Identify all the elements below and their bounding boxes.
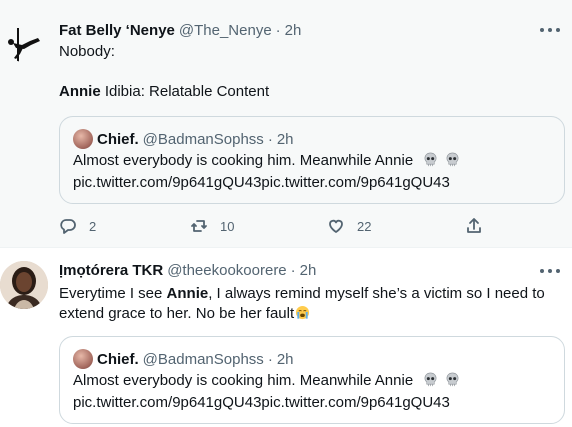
skull-emoji-icon <box>424 372 437 387</box>
bold-mention: Annie <box>59 83 101 100</box>
share-button[interactable] <box>465 215 483 237</box>
author-name[interactable]: Ịmọtórera TKR <box>59 262 163 279</box>
quoted-avatar[interactable] <box>73 349 93 369</box>
heart-icon <box>329 219 343 233</box>
reply-button[interactable]: 2 <box>59 215 96 237</box>
author-handle[interactable]: @The_Nenye <box>179 22 272 39</box>
quoted-timestamp[interactable]: 2h <box>277 351 294 368</box>
text-segment: , I always remind myself she’s a victim … <box>208 285 545 302</box>
reply-count: 2 <box>89 218 97 234</box>
quoted-tweet[interactable]: Chief. @BadmanSophss · 2h Almost everybo… <box>59 116 565 204</box>
quoted-link[interactable]: pic.twitter.com/9p641gQU43pic.twitter.co… <box>73 393 450 413</box>
author-handle[interactable]: @theekookoorere <box>167 262 286 279</box>
text-segment: Everytime I see <box>59 285 167 302</box>
tweet-1-actions: 2 10 22 <box>59 215 489 237</box>
retweet-icon <box>191 220 207 232</box>
skull-emoji-icon <box>446 152 458 167</box>
avatar[interactable] <box>0 14 48 62</box>
separator-dot: · <box>275 21 281 39</box>
more-options-icon[interactable] <box>540 23 560 37</box>
timestamp[interactable]: 2h <box>285 22 302 39</box>
tweet-2-text-line-1: Everytime I see Annie, I always remind m… <box>59 284 545 304</box>
skull-emoji-icon <box>446 372 458 387</box>
tweet-1-text-line-2: Annie Idibia: Relatable Content <box>59 82 269 102</box>
text-segment: extend grace to her. No be her fault <box>59 305 295 322</box>
quoted-link[interactable]: pic.twitter.com/9p641gQU43pic.twitter.co… <box>73 173 450 193</box>
separator-dot: · <box>290 261 296 279</box>
quoted-author-name[interactable]: Chief. <box>97 351 139 368</box>
like-count: 22 <box>357 218 372 234</box>
quoted-handle[interactable]: @BadmanSophss <box>143 131 264 148</box>
tweet-2-header: Ịmọtórera TKR @theekookoorere · 2h <box>59 260 316 280</box>
retweet-button[interactable]: 10 <box>190 215 234 237</box>
author-name[interactable]: Fat Belly ‘Nenye <box>59 22 175 39</box>
crying-face-emoji-icon <box>296 305 310 320</box>
quoted-avatar[interactable] <box>73 129 93 149</box>
quoted-author-name[interactable]: Chief. <box>97 131 139 148</box>
bold-mention: Annie <box>166 285 209 302</box>
separator-dot: · <box>267 130 273 148</box>
quoted-tweet[interactable]: Chief. @BadmanSophss · 2h Almost everybo… <box>59 336 565 424</box>
retweet-count: 10 <box>220 218 235 234</box>
quoted-timestamp[interactable]: 2h <box>277 131 294 148</box>
quoted-header: Chief. @BadmanSophss · 2h <box>97 129 294 149</box>
quoted-handle[interactable]: @BadmanSophss <box>143 351 264 368</box>
profile-photo-icon <box>0 261 48 309</box>
avatar[interactable] <box>0 261 48 309</box>
quoted-text: Almost everybody is cooking him. Meanwhi… <box>73 371 460 391</box>
quoted-header: Chief. @BadmanSophss · 2h <box>97 349 294 369</box>
quoted-text-body: Almost everybody is cooking him. Meanwhi… <box>73 152 414 169</box>
quoted-text: Almost everybody is cooking him. Meanwhi… <box>73 151 460 171</box>
like-button[interactable]: 22 <box>327 215 371 237</box>
quoted-text-body: Almost everybody is cooking him. Meanwhi… <box>73 372 414 389</box>
separator-dot: · <box>267 350 273 368</box>
share-icon <box>467 218 481 233</box>
text-segment: Idibia: Relatable Content <box>100 83 270 100</box>
tweet-2-text-line-2: extend grace to her. No be her fault <box>59 304 310 324</box>
pole-dancer-avatar-icon <box>0 14 48 62</box>
skull-emoji-icon <box>424 152 437 167</box>
timestamp[interactable]: 2h <box>300 262 317 279</box>
more-options-icon[interactable] <box>540 264 560 278</box>
tweet-1-text-line-1: Nobody: <box>59 43 115 60</box>
tweet-1-header: Fat Belly ‘Nenye @The_Nenye · 2h <box>59 20 301 40</box>
reply-icon <box>60 219 76 234</box>
